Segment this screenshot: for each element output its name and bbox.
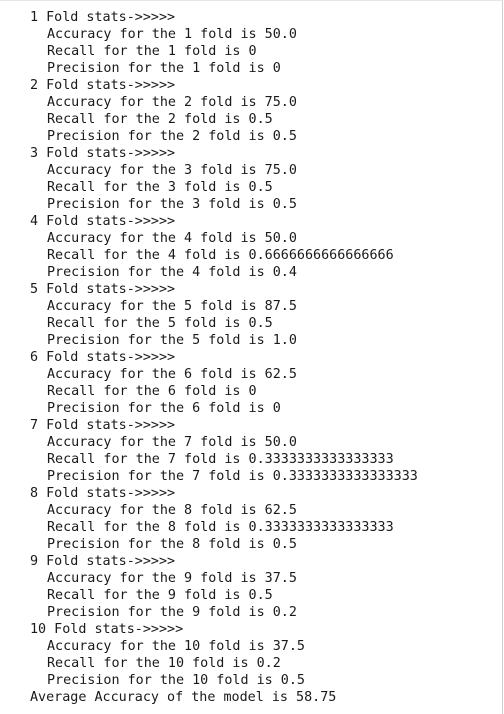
cell-output-area: 1 Fold stats->>>>> Accuracy for the 1 fo…: [0, 0, 503, 714]
fold-9-block: 9 Fold stats->>>>> Accuracy for the 9 fo…: [30, 553, 502, 621]
fold-precision: Precision for the 4 fold is 0.4: [47, 265, 297, 280]
fold-header: 4 Fold stats->>>>>: [30, 214, 176, 229]
fold-header: 8 Fold stats->>>>>: [30, 486, 176, 501]
fold-recall: Recall for the 10 fold is 0.2: [47, 656, 281, 671]
fold-header: 3 Fold stats->>>>>: [30, 146, 176, 161]
fold-header: 7 Fold stats->>>>>: [30, 418, 176, 433]
fold-recall: Recall for the 5 fold is 0.5: [47, 316, 273, 331]
fold-precision: Precision for the 1 fold is 0: [47, 61, 281, 76]
fold-header: 2 Fold stats->>>>>: [30, 78, 176, 93]
fold-header: 10 Fold stats->>>>>: [30, 622, 184, 637]
fold-recall: Recall for the 3 fold is 0.5: [47, 180, 273, 195]
fold-accuracy: Accuracy for the 1 fold is 50.0: [47, 27, 297, 42]
fold-header: 1 Fold stats->>>>>: [30, 10, 176, 25]
fold-8-block: 8 Fold stats->>>>> Accuracy for the 8 fo…: [30, 485, 502, 553]
fold-recall: Recall for the 4 fold is 0.6666666666666…: [47, 248, 394, 263]
fold-precision: Precision for the 2 fold is 0.5: [47, 129, 297, 144]
fold-precision: Precision for the 3 fold is 0.5: [47, 197, 297, 212]
fold-header: 9 Fold stats->>>>>: [30, 554, 176, 569]
fold-accuracy: Accuracy for the 7 fold is 50.0: [47, 435, 297, 450]
fold-accuracy: Accuracy for the 3 fold is 75.0: [47, 163, 297, 178]
average-accuracy: Average Accuracy of the model is 58.75: [30, 690, 337, 705]
fold-recall: Recall for the 9 fold is 0.5: [47, 588, 273, 603]
fold-3-block: 3 Fold stats->>>>> Accuracy for the 3 fo…: [30, 145, 502, 213]
fold-4-block: 4 Fold stats->>>>> Accuracy for the 4 fo…: [30, 213, 502, 281]
fold-header: 5 Fold stats->>>>>: [30, 282, 176, 297]
fold-10-block: 10 Fold stats->>>>> Accuracy for the 10 …: [30, 621, 502, 689]
fold-accuracy: Accuracy for the 2 fold is 75.0: [47, 95, 297, 110]
fold-7-block: 7 Fold stats->>>>> Accuracy for the 7 fo…: [30, 417, 502, 485]
fold-accuracy: Accuracy for the 6 fold is 62.5: [47, 367, 297, 382]
fold-1-block: 1 Fold stats->>>>> Accuracy for the 1 fo…: [30, 9, 502, 77]
fold-precision: Precision for the 10 fold is 0.5: [47, 673, 305, 688]
fold-precision: Precision for the 5 fold is 1.0: [47, 333, 297, 348]
fold-accuracy: Accuracy for the 10 fold is 37.5: [47, 639, 305, 654]
fold-recall: Recall for the 7 fold is 0.3333333333333…: [47, 452, 394, 467]
fold-precision: Precision for the 6 fold is 0: [47, 401, 281, 416]
fold-6-block: 6 Fold stats->>>>> Accuracy for the 6 fo…: [30, 349, 502, 417]
fold-accuracy: Accuracy for the 4 fold is 50.0: [47, 231, 297, 246]
fold-precision: Precision for the 9 fold is 0.2: [47, 605, 297, 620]
fold-recall: Recall for the 6 fold is 0: [47, 384, 257, 399]
fold-recall: Recall for the 8 fold is 0.3333333333333…: [47, 520, 394, 535]
fold-recall: Recall for the 2 fold is 0.5: [47, 112, 273, 127]
fold-header: 6 Fold stats->>>>>: [30, 350, 176, 365]
fold-accuracy: Accuracy for the 8 fold is 62.5: [47, 503, 297, 518]
fold-5-block: 5 Fold stats->>>>> Accuracy for the 5 fo…: [30, 281, 502, 349]
fold-precision: Precision for the 8 fold is 0.5: [47, 537, 297, 552]
fold-accuracy: Accuracy for the 9 fold is 37.5: [47, 571, 297, 586]
fold-2-block: 2 Fold stats->>>>> Accuracy for the 2 fo…: [30, 77, 502, 145]
fold-accuracy: Accuracy for the 5 fold is 87.5: [47, 299, 297, 314]
fold-precision: Precision for the 7 fold is 0.3333333333…: [47, 469, 418, 484]
fold-recall: Recall for the 1 fold is 0: [47, 44, 257, 59]
